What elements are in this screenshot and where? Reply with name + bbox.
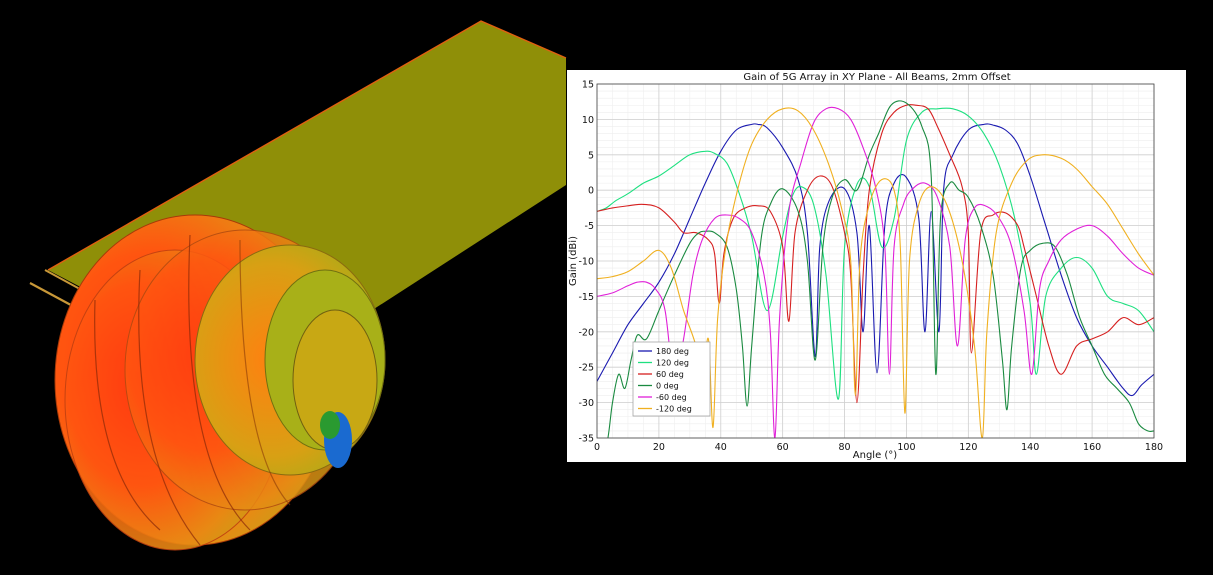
radiation-pattern-scene bbox=[29, 20, 567, 551]
radiation-lobes bbox=[54, 214, 386, 551]
x-axis-label: Angle (°) bbox=[853, 450, 898, 461]
legend: 180 deg 120 deg 60 deg 0 deg -60 deg -120 deg bbox=[632, 341, 711, 417]
gain-chart: Gain of 5G Array in XY Plane - All Beams… bbox=[568, 72, 1163, 461]
y-tick-label: 0 bbox=[588, 186, 594, 197]
legend-item-label: -120 deg bbox=[656, 405, 692, 414]
y-tick-label: 10 bbox=[582, 115, 594, 126]
x-tick-label: 80 bbox=[839, 442, 851, 453]
y-tick-label: -30 bbox=[578, 398, 594, 409]
x-tick-label: 120 bbox=[959, 442, 977, 453]
y-tick-label: 15 bbox=[582, 80, 594, 91]
legend-item-label: 120 deg bbox=[656, 359, 689, 368]
y-tick-label: -10 bbox=[578, 257, 594, 268]
x-tick-label: 20 bbox=[653, 442, 665, 453]
y-tick-label: -20 bbox=[578, 327, 594, 338]
legend-item-label: 180 deg bbox=[656, 347, 689, 356]
y-tick-label: -35 bbox=[578, 434, 594, 445]
x-tick-label: 40 bbox=[715, 442, 727, 453]
x-tick-label: 0 bbox=[594, 442, 600, 453]
y-tick-label: 5 bbox=[588, 150, 594, 161]
x-tick-label: 60 bbox=[777, 442, 789, 453]
legend-item-label: 0 deg bbox=[656, 382, 679, 391]
chart-title: Gain of 5G Array in XY Plane - All Beams… bbox=[743, 72, 1010, 83]
x-tick-label: 180 bbox=[1145, 442, 1163, 453]
legend-item-label: -60 deg bbox=[656, 393, 687, 402]
legend-item-label: 60 deg bbox=[656, 370, 684, 379]
x-tick-label: 160 bbox=[1083, 442, 1101, 453]
y-tick-label: -5 bbox=[585, 221, 594, 232]
x-tick-label: 140 bbox=[1021, 442, 1039, 453]
y-tick-label: -25 bbox=[578, 363, 594, 374]
x-tick-label: 100 bbox=[897, 442, 915, 453]
chart-panel: Gain of 5G Array in XY Plane - All Beams… bbox=[567, 70, 1186, 462]
y-tick-label: -15 bbox=[578, 292, 594, 303]
y-axis-label: Gain (dBi) bbox=[568, 236, 579, 286]
